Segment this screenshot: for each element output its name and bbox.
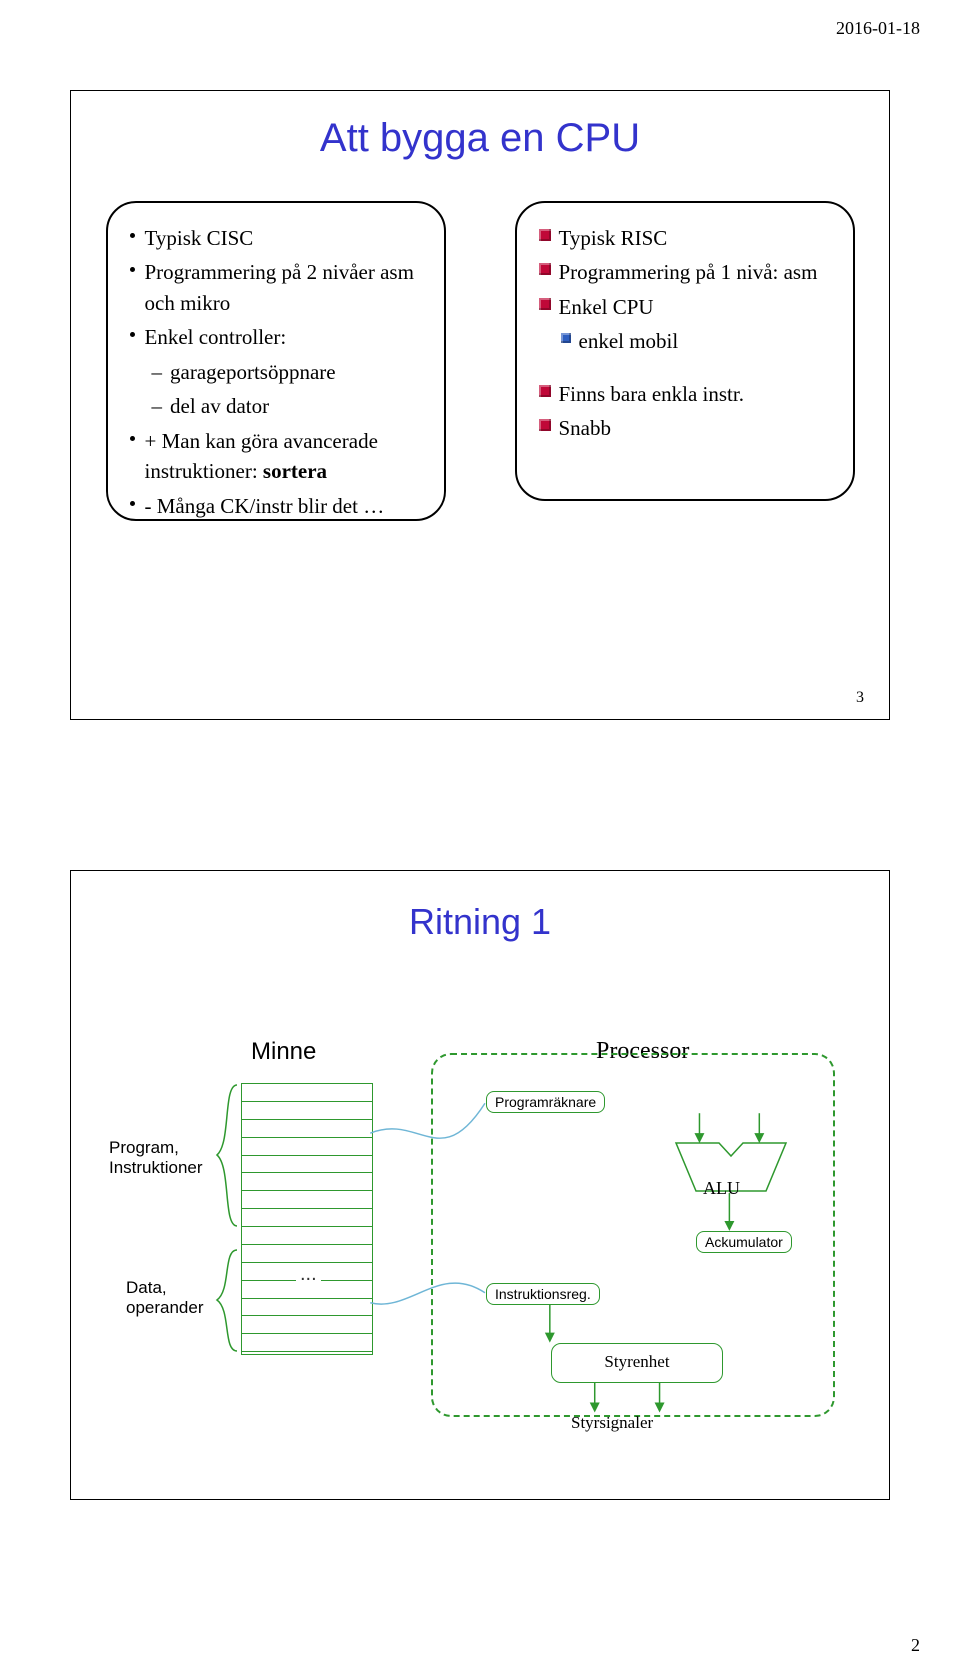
risc-sub-1: enkel mobil: [579, 326, 679, 356]
alu-label: ALU: [703, 1178, 740, 1199]
brace-icon: [213, 1083, 241, 1228]
slide2-title: Ritning 1: [71, 901, 889, 943]
square-icon: [539, 419, 551, 431]
square-icon: [561, 333, 571, 343]
slide1-title: Att bygga en CPU: [71, 116, 889, 161]
page-number: 2: [911, 1635, 920, 1656]
cisc-item-4: - Många CK/instr blir det …: [145, 491, 385, 521]
program-instruktioner-label: Program, Instruktioner: [109, 1138, 203, 1179]
risc-item-3: Finns bara enkla instr.: [559, 379, 744, 409]
bullet-dot: [130, 332, 135, 337]
ellipsis: ...: [296, 1263, 321, 1286]
risc-item-1: Programmering på 1 nivå: asm: [559, 257, 818, 287]
cisc-sub-1: garageportsöppnare: [170, 357, 336, 387]
instruktionsreg-box: Instruktionsreg.: [486, 1283, 600, 1305]
slide1-number: 3: [856, 689, 864, 707]
bullet-dot: [130, 233, 135, 238]
ackumulator-box: Ackumulator: [696, 1231, 792, 1253]
slide-2: Ritning 1 Minne Processor Program, Instr…: [70, 870, 890, 1500]
risc-heading: Typisk RISC: [559, 223, 668, 253]
brace-icon: [213, 1248, 241, 1353]
memory-block: [241, 1083, 373, 1355]
dash-icon: –: [152, 357, 163, 387]
risc-item-2: Enkel CPU: [559, 292, 654, 322]
cisc-item-3: + Man kan göra avancerade instruktioner:…: [145, 426, 422, 487]
programraknare-box: Programräknare: [486, 1091, 605, 1113]
cisc-item-1: Programmering på 2 nivåer asm och mikro: [145, 257, 422, 318]
dash-icon: –: [152, 391, 163, 421]
risc-panel: Typisk RISC Programmering på 1 nivå: asm…: [515, 201, 855, 501]
diagram-canvas: Minne Processor Program, Instruktioner D…: [71, 943, 889, 1463]
bullet-dot: [130, 436, 135, 441]
cisc-panel: Typisk CISC Programmering på 2 nivåer as…: [106, 201, 446, 521]
square-icon: [539, 298, 551, 310]
data-operander-label: Data, operander: [126, 1278, 204, 1319]
header-date: 2016-01-18: [836, 18, 920, 39]
square-icon: [539, 263, 551, 275]
bullet-dot: [130, 501, 135, 506]
square-icon: [539, 229, 551, 241]
styrenhet-box: Styrenhet: [551, 1343, 723, 1383]
cisc-heading: Typisk CISC: [145, 223, 254, 253]
bullet-dot: [130, 267, 135, 272]
minne-label: Minne: [251, 1038, 316, 1066]
risc-item-4: Snabb: [559, 413, 612, 443]
cisc-item-2: Enkel controller:: [145, 322, 287, 352]
cisc-sub-2: del av dator: [170, 391, 269, 421]
slide-1: Att bygga en CPU Typisk CISC Programmeri…: [70, 90, 890, 720]
styrsignaler-label: Styrsignaler: [571, 1413, 653, 1433]
square-icon: [539, 385, 551, 397]
